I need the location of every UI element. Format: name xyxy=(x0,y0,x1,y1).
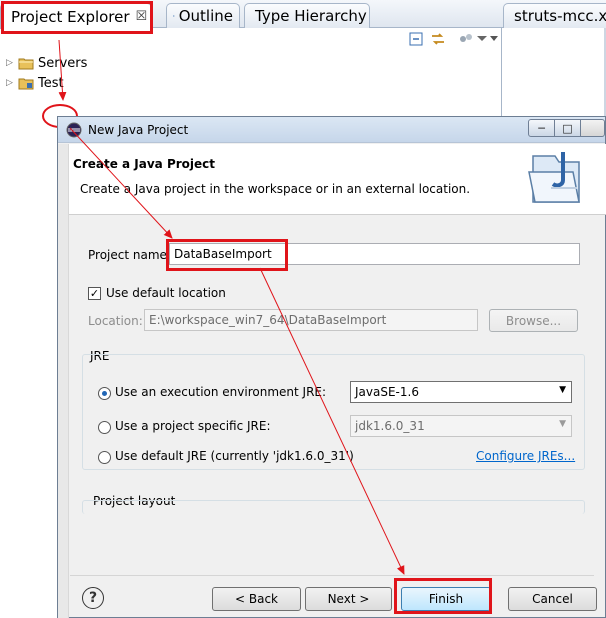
default-jre-label: Use default JRE (currently 'jdk1.6.0_31'… xyxy=(115,449,354,463)
exec-env-select-value: JavaSE-1.6 xyxy=(355,385,419,399)
specific-jre-select[interactable]: jdk1.6.0_31 ▼ xyxy=(350,415,572,437)
chevron-down-icon: ▼ xyxy=(559,385,566,395)
dialog-left-strip xyxy=(58,144,69,618)
chevron-down-icon[interactable] xyxy=(487,30,505,48)
expand-arrow-icon[interactable]: ▷ xyxy=(6,78,14,88)
tab-outline-label: Outline xyxy=(178,7,233,25)
project-folder-icon xyxy=(18,78,34,89)
location-input[interactable]: E:\workspace_win7_64\DataBaseImport xyxy=(144,309,478,331)
back-button[interactable]: < Back xyxy=(212,587,301,611)
exec-env-label: Use an execution environment JRE: xyxy=(115,385,327,399)
location-label: Location: xyxy=(88,314,143,328)
use-default-location-label: Use default location xyxy=(106,286,226,300)
default-jre-radio[interactable] xyxy=(98,451,111,464)
wizard-banner: Create a Java Project Create a Java proj… xyxy=(69,144,606,215)
project-layout-group xyxy=(82,500,585,514)
view-toolbar xyxy=(405,30,500,50)
chevron-down-icon: ▼ xyxy=(559,419,566,429)
exec-env-select[interactable]: JavaSE-1.6 ▼ xyxy=(350,381,572,403)
expand-arrow-icon[interactable]: ▷ xyxy=(6,58,14,68)
folder-icon xyxy=(18,58,34,69)
footer-separator xyxy=(70,575,594,576)
project-name-label: Project name: xyxy=(88,248,171,262)
exec-env-radio[interactable] xyxy=(98,387,111,400)
tab-type-hierarchy[interactable]: Type Hierarchy xyxy=(244,3,370,28)
tree-item-label: Servers xyxy=(38,55,88,71)
tab-type-hierarchy-label: Type Hierarchy xyxy=(255,7,367,25)
use-default-location-checkbox[interactable]: ✓ xyxy=(88,287,101,300)
link-with-editor-icon[interactable] xyxy=(429,30,447,48)
tree-item-label: Test xyxy=(38,75,64,91)
dialog-title: New Java Project xyxy=(88,123,189,137)
cancel-button[interactable]: Cancel xyxy=(508,587,597,611)
specific-jre-radio[interactable] xyxy=(98,421,111,434)
specific-jre-select-value: jdk1.6.0_31 xyxy=(355,419,425,433)
minimize-icon: ─ xyxy=(538,121,545,135)
maximize-icon: □ xyxy=(562,121,573,135)
outline-icon xyxy=(173,15,175,17)
wizard-description: Create a Java project in the workspace o… xyxy=(80,182,471,196)
next-button[interactable]: Next > xyxy=(305,587,392,611)
tree-item-servers[interactable]: ▷ Servers xyxy=(6,54,87,72)
minimize-button[interactable]: ─ xyxy=(528,119,555,137)
configure-jres-link[interactable]: Configure JREs... xyxy=(476,449,575,463)
tab-editor-label: struts-mcc.x xyxy=(514,7,606,25)
tree-item-test[interactable]: ▷ Test xyxy=(6,74,64,92)
tab-outline[interactable]: Outline xyxy=(166,3,240,28)
annotation-highlight-project-explorer xyxy=(1,1,153,34)
help-icon[interactable]: ? xyxy=(82,587,104,609)
dialog-titlebar[interactable]: New Java Project ─ □ xyxy=(58,117,605,143)
close-button[interactable] xyxy=(580,119,605,137)
eclipse-icon xyxy=(66,122,82,138)
new-java-project-dialog: New Java Project ─ □ Create a Java Proje… xyxy=(57,116,606,618)
annotation-highlight-finish xyxy=(394,578,492,614)
java-project-wizard-icon xyxy=(528,152,580,203)
wizard-title: Create a Java Project xyxy=(73,157,216,171)
browse-button[interactable]: Browse... xyxy=(489,309,578,332)
view-menu-options-icon[interactable] xyxy=(457,30,475,48)
annotation-highlight-project-name xyxy=(166,239,288,271)
specific-jre-label: Use a project specific JRE: xyxy=(115,419,271,433)
maximize-button[interactable]: □ xyxy=(554,119,581,137)
collapse-all-icon[interactable] xyxy=(408,30,426,48)
tab-editor-struts[interactable]: struts-mcc.x xyxy=(503,3,606,28)
